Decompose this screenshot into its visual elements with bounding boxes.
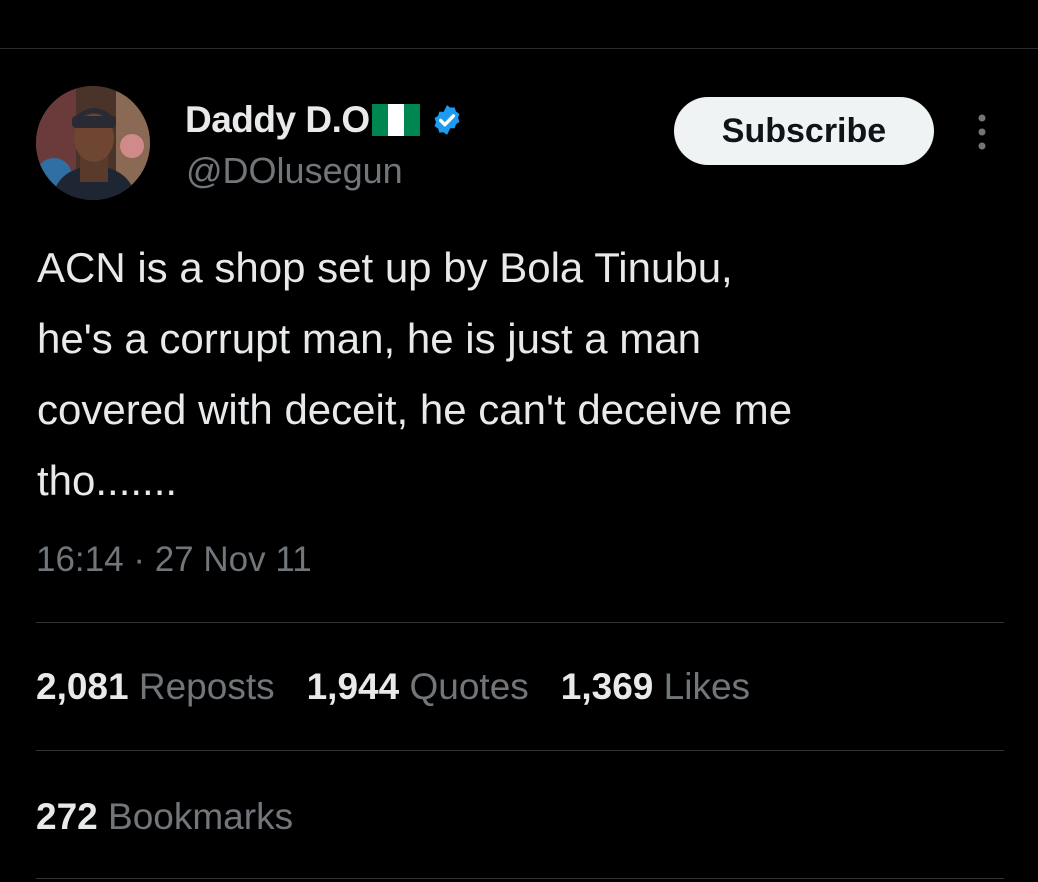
divider-top: [36, 622, 1004, 623]
quotes-label: Quotes: [409, 666, 529, 707]
nigeria-flag-icon: [371, 104, 420, 136]
top-divider: [0, 48, 1038, 49]
display-name[interactable]: Daddy D.O: [185, 99, 370, 141]
divider-middle: [36, 750, 1004, 751]
tweet-text: ACN is a shop set up by Bola Tinubu, he'…: [37, 244, 793, 504]
author-name-row: Daddy D.O: [185, 96, 464, 144]
avatar[interactable]: [36, 86, 150, 200]
quotes-stat[interactable]: 1,944 Quotes: [307, 666, 529, 708]
likes-stat[interactable]: 1,369 Likes: [561, 666, 750, 708]
tweet-date: 27 Nov 11: [154, 540, 312, 579]
flag-stripe-right: [403, 104, 420, 136]
verified-badge-icon: [434, 105, 460, 135]
subscribe-button[interactable]: Subscribe: [674, 97, 934, 165]
bookmarks-label: Bookmarks: [108, 796, 294, 837]
flag-stripe-middle: [387, 104, 404, 136]
bookmarks-stat[interactable]: 272 Bookmarks: [36, 796, 293, 838]
reposts-label: Reposts: [138, 666, 275, 707]
timestamp-separator: ·: [123, 540, 155, 579]
reposts-stat[interactable]: 2,081 Reposts: [36, 666, 275, 708]
divider-bottom: [36, 878, 1004, 879]
quotes-count: 1,944: [306, 666, 400, 707]
tweet-time: 16:14: [36, 540, 124, 579]
vertical-ellipsis-icon[interactable]: [970, 110, 994, 154]
likes-label: Likes: [663, 666, 751, 707]
flag-stripe-left: [371, 104, 388, 136]
likes-count: 1,369: [560, 666, 654, 707]
user-handle[interactable]: @DOlusegun: [186, 150, 403, 192]
timestamp[interactable]: 16:14 · 27 Nov 11: [36, 540, 312, 580]
reposts-count: 2,081: [36, 666, 129, 707]
engagement-stats: 2,081 Reposts 1,944 Quotes 1,369 Likes: [36, 666, 782, 708]
bookmarks-count: 272: [36, 796, 98, 837]
avatar-image: [36, 86, 150, 200]
